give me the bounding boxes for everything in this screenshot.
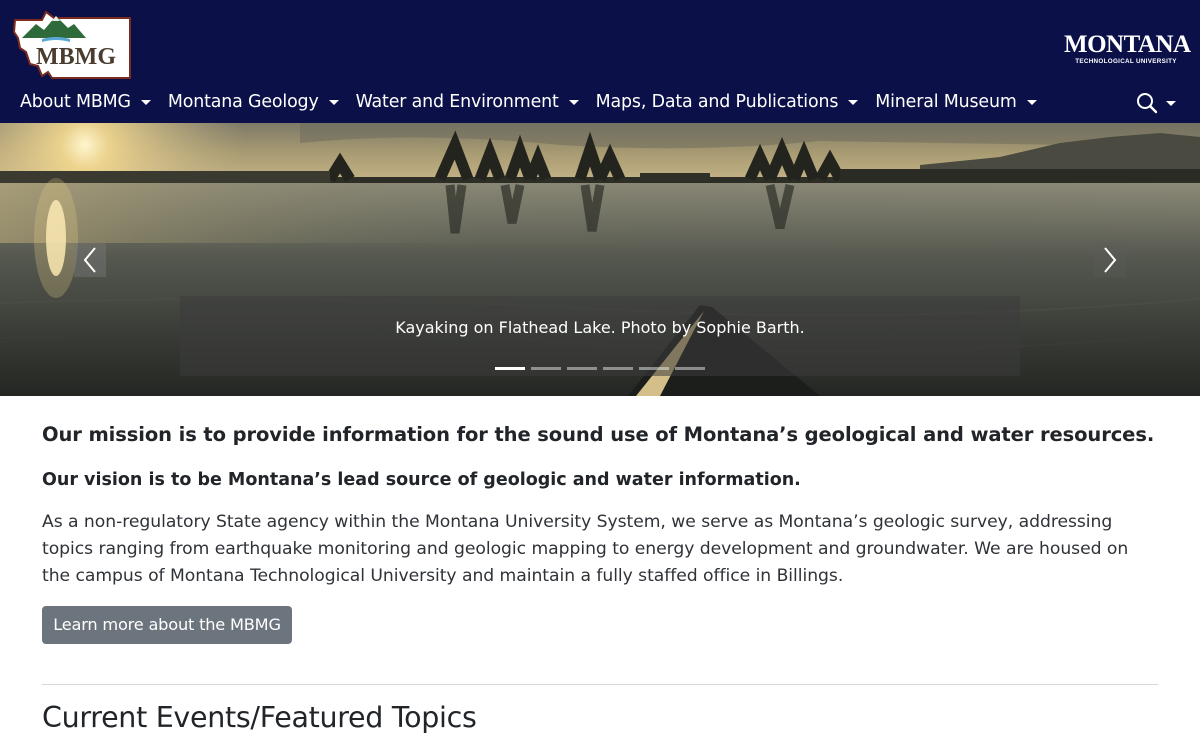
search-icon (1137, 93, 1158, 114)
mission-statement: Our mission is to provide information fo… (42, 423, 1155, 446)
chevron-left-icon (83, 247, 96, 273)
caret-down-icon (1026, 100, 1037, 105)
main-nav: About MBMG Montana Geology Water and Env… (20, 89, 1054, 115)
montana-outline-icon: MBMG (12, 10, 131, 79)
nav-item-label: About MBMG (20, 92, 131, 112)
carousel-indicator-5[interactable] (639, 367, 669, 370)
caret-down-icon (140, 100, 151, 105)
carousel-indicator-3[interactable] (567, 367, 597, 370)
carousel-indicator-6[interactable] (675, 367, 705, 370)
carousel-next-button[interactable] (1094, 243, 1126, 277)
carousel-indicators (495, 367, 711, 371)
search-toggle[interactable] (1136, 90, 1184, 116)
carousel-indicator-1[interactable] (495, 367, 525, 370)
section-divider (42, 684, 1158, 685)
section-title: Current Events/Featured Topics (42, 701, 477, 734)
nav-item-about[interactable]: About MBMG (20, 90, 151, 114)
carousel-indicator-2[interactable] (531, 367, 561, 370)
nav-item-label: Montana Geology (167, 92, 319, 112)
hero-carousel: Kayaking on Flathead Lake. Photo by Soph… (0, 123, 1200, 396)
nav-item-geology[interactable]: Montana Geology (168, 90, 339, 114)
nav-item-label: Mineral Museum (875, 92, 1017, 112)
chevron-right-icon (1104, 247, 1117, 273)
learn-more-button[interactable]: Learn more about the MBMG (42, 606, 292, 644)
mbmg-logo[interactable]: MBMG (12, 8, 136, 86)
nav-item-water[interactable]: Water and Environment (356, 90, 579, 114)
site-header: MBMG MONTANA TECHNOLOGICAL UNIVERSITY Ab… (0, 0, 1200, 123)
caret-down-icon (1166, 101, 1176, 106)
nav-item-maps[interactable]: Maps, Data and Publications (596, 90, 859, 114)
montana-tech-wordmark: MONTANA (1064, 31, 1191, 58)
montana-tech-subtitle: TECHNOLOGICAL UNIVERSITY (1075, 58, 1177, 65)
caret-down-icon (568, 100, 579, 105)
nav-item-label: Maps, Data and Publications (595, 92, 839, 112)
carousel-caption-box: Kayaking on Flathead Lake. Photo by Soph… (180, 296, 1020, 376)
montana-tech-logo[interactable]: MONTANA TECHNOLOGICAL UNIVERSITY (1064, 31, 1191, 66)
caret-down-icon (848, 100, 859, 105)
carousel-prev-button[interactable] (74, 243, 106, 277)
about-paragraph: As a non-regulatory State agency within … (42, 512, 1129, 586)
nav-item-museum[interactable]: Mineral Museum (875, 90, 1037, 114)
nav-item-label: Water and Environment (355, 92, 559, 112)
vision-statement: Our vision is to be Montana’s lead sourc… (42, 470, 801, 490)
carousel-caption: Kayaking on Flathead Lake. Photo by Soph… (395, 318, 805, 337)
carousel-indicator-4[interactable] (603, 367, 633, 370)
caret-down-icon (328, 100, 339, 105)
logo-wordmark: MBMG (36, 44, 116, 70)
